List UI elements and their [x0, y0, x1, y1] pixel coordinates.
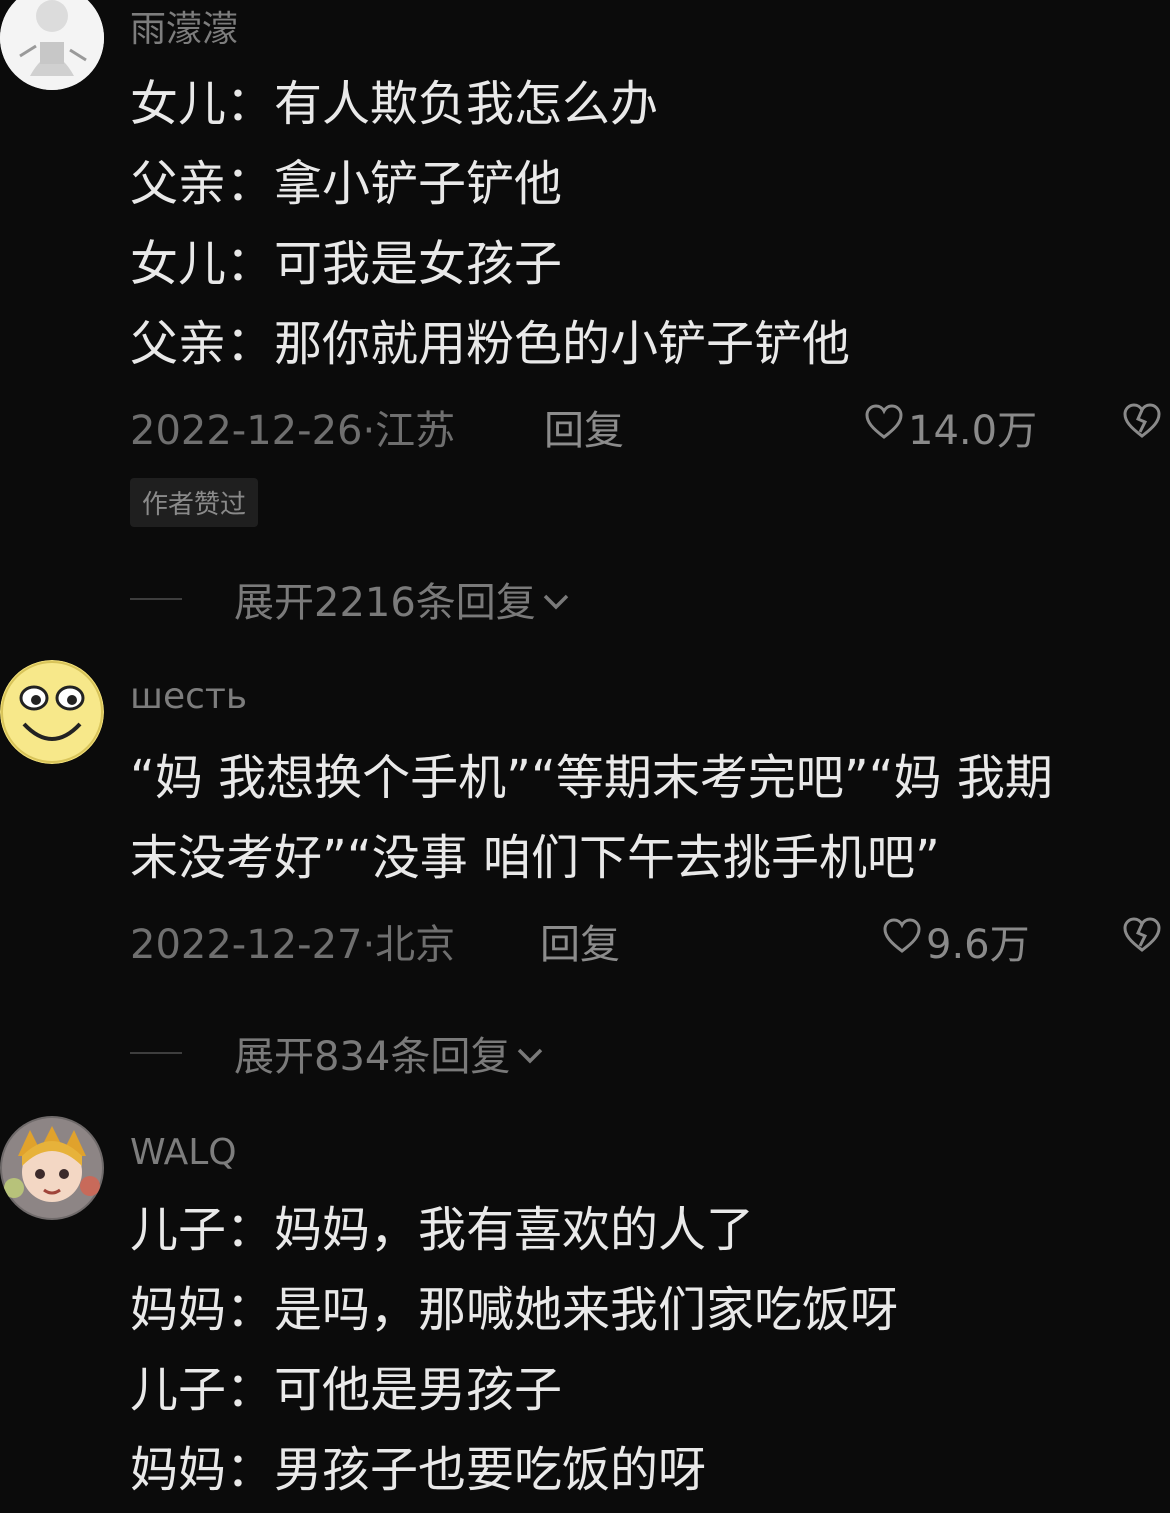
heart-icon [882, 917, 922, 965]
comment-meta: 2022-12-27·北京 回复 9.6万 [130, 912, 1170, 968]
broken-heart-icon[interactable] [1122, 402, 1162, 450]
comment-line: 妈妈：是吗，那喊她来我们家吃饭呀 [130, 1282, 899, 1338]
comment-body: 女儿：有人欺负我怎么办 父亲：拿小铲子铲他 女儿：可我是女孩子 父亲：那你就用粉… [130, 64, 1160, 384]
chevron-down-icon [516, 1030, 544, 1076]
comment-line: 末没考好”“没事 咱们下午去挑手机吧” [130, 830, 940, 886]
reply-button[interactable]: 回复 [540, 912, 620, 970]
username[interactable]: WALQ [130, 1132, 237, 1173]
comment-line: 妈妈：男孩子也要吃饭的呀 [130, 1442, 707, 1498]
comment-line: 父亲：拿小铲子铲他 [130, 156, 563, 212]
divider [130, 1052, 182, 1054]
date-location: 2022-12-27·北京 [130, 922, 456, 968]
comment-line: “妈 我想换个手机”“等期末考完吧”“妈 我期 [130, 750, 1053, 806]
username[interactable]: 雨濛濛 [130, 0, 238, 52]
like-button[interactable]: 14.0万 [864, 398, 1037, 456]
reply-button[interactable]: 回复 [544, 398, 624, 456]
username[interactable]: шесть [130, 676, 247, 717]
chevron-down-icon [542, 576, 570, 622]
date-location: 2022-12-26·江苏 [130, 408, 456, 454]
expand-replies-label: 展开834条回复 [234, 1034, 511, 1080]
comment-line: 女儿：有人欺负我怎么办 [130, 76, 659, 132]
broken-heart-icon[interactable] [1122, 916, 1162, 964]
comment-line: 儿子：妈妈，我有喜欢的人了 [130, 1202, 755, 1258]
expand-replies-button[interactable]: 展开2216条回复 [130, 570, 570, 628]
comment-line: 父亲：那你就用粉色的小铲子铲他 [130, 316, 851, 372]
anime-character-avatar-icon[interactable] [0, 1116, 104, 1220]
expand-replies-button[interactable]: 展开834条回复 [130, 1024, 544, 1082]
smiley-face-avatar-icon[interactable] [0, 660, 104, 764]
comment-line: 女儿：可我是女孩子 [130, 236, 563, 292]
cartoon-sketch-avatar-icon[interactable] [0, 0, 104, 90]
expand-replies-label: 展开2216条回复 [234, 580, 536, 626]
divider [130, 598, 182, 600]
comment-line: 儿子：可他是男孩子 [130, 1362, 563, 1418]
like-button[interactable]: 9.6万 [882, 912, 1030, 970]
heart-icon [864, 403, 904, 451]
like-count: 14.0万 [908, 408, 1038, 454]
comment-meta: 2022-12-26·江苏 回复 14.0万 [130, 398, 1170, 454]
comment-body: “妈 我想换个手机”“等期末考完吧”“妈 我期 末没考好”“没事 咱们下午去挑手… [130, 738, 1160, 898]
like-count: 9.6万 [926, 922, 1030, 968]
author-liked-badge: 作者赞过 [130, 478, 259, 527]
comment-body: 儿子：妈妈，我有喜欢的人了 妈妈：是吗，那喊她来我们家吃饭呀 儿子：可他是男孩子… [130, 1190, 1160, 1510]
